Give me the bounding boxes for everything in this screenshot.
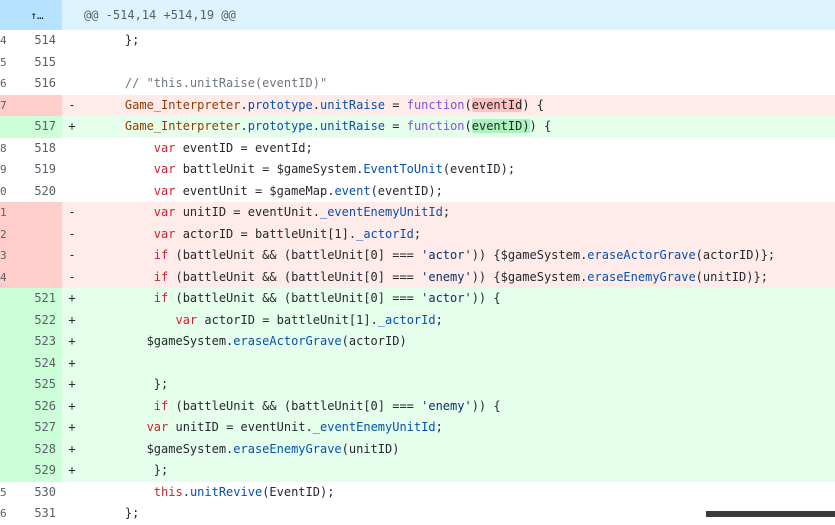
code-line: // "this.unitRaise(eventID)" <box>124 76 328 90</box>
new-line-number[interactable]: 515 <box>6 52 62 74</box>
diff-marker: - <box>68 248 76 262</box>
code-line: var eventID = eventId; <box>153 140 313 155</box>
new-line-number[interactable]: 516 <box>6 73 62 95</box>
new-line-number[interactable]: 525 <box>6 374 62 396</box>
new-line-number[interactable]: 520 <box>6 181 62 203</box>
diff-marker <box>62 482 82 504</box>
diff-line-deleted: 4- if (battleUnit && (battleUnit[0] === … <box>0 266 835 288</box>
new-line-number[interactable]: 530 <box>6 482 62 504</box>
diff-marker: + <box>68 377 76 391</box>
new-line-number[interactable]: 518 <box>6 138 62 160</box>
diff-line-deleted: 1- var unitID = eventUnit._eventEnemyUni… <box>0 202 835 224</box>
code-line: if (battleUnit && (battleUnit[0] === 'en… <box>153 269 768 284</box>
code-line: Game_Interpreter.prototype.unitRaise = f… <box>124 119 552 133</box>
diff-marker: + <box>68 312 76 327</box>
new-line-number[interactable]: 528 <box>6 438 62 460</box>
diff-marker: + <box>68 420 76 434</box>
expand-up-button[interactable]: ↑… <box>6 0 62 30</box>
diff-marker <box>62 138 82 160</box>
code-line: this.unitRevive(EventID); <box>153 484 335 499</box>
diff-view: ↑… @@ -514,14 +514,19 @@ 4 514 }; 5 515 6 516… <box>0 0 835 520</box>
code-line: var unitID = eventUnit._eventEnemyUnitId… <box>146 420 443 434</box>
new-line-number[interactable] <box>6 245 62 267</box>
new-line-number[interactable]: 531 <box>6 503 62 525</box>
new-line-number[interactable]: 514 <box>6 30 62 52</box>
new-line-number[interactable] <box>6 94 62 116</box>
new-line-number[interactable]: 517 <box>6 116 62 138</box>
new-line-number[interactable] <box>6 223 62 245</box>
diff-line-context: 5 530 this.unitRevive(EventID); <box>0 482 835 504</box>
code-line: Game_Interpreter.prototype.unitRaise = f… <box>124 97 545 112</box>
hunk-header: @@ -514,14 +514,19 @@ <box>84 8 236 22</box>
diff-line-added: 524 + <box>0 352 835 375</box>
diff-marker: + <box>68 463 76 477</box>
diff-line-context: 4 514 }; <box>0 30 835 52</box>
diff-line-context: 0 520 var eventUnit = $gameMap.event(even… <box>0 181 835 203</box>
diff-line-added: 517 + Game_Interpreter.prototype.unitRais… <box>0 116 835 138</box>
diff-line-added: 522 + var actorID = battleUnit[1]._actorI… <box>0 309 835 331</box>
diff-marker: - <box>68 205 76 219</box>
code-line: }; <box>96 377 169 391</box>
diff-line-deleted: 2- var actorID = battleUnit[1]._actorId; <box>0 223 835 245</box>
diff-marker: - <box>68 97 76 112</box>
code-line: var battleUnit = $gameSystem.EventToUnit… <box>153 162 516 176</box>
diff-marker <box>62 52 82 74</box>
code-line: if (battleUnit && (battleUnit[0] === 'ac… <box>153 291 501 305</box>
code-line: if (battleUnit && (battleUnit[0] === 'en… <box>153 398 501 413</box>
diff-marker: + <box>68 291 76 305</box>
new-line-number[interactable] <box>6 266 62 288</box>
code-line: var eventUnit = $gameMap.event(eventID); <box>153 183 443 198</box>
diff-line-added: 529 + }; <box>0 460 835 482</box>
new-line-number[interactable]: 519 <box>6 159 62 181</box>
diff-line-context: 8 518 var eventID = eventId; <box>0 138 835 160</box>
diff-marker <box>62 159 82 181</box>
code-line: if (battleUnit && (battleUnit[0] === 'ac… <box>153 248 776 262</box>
diff-line-context: 5 515 <box>0 52 835 74</box>
diff-marker <box>62 503 82 525</box>
diff-line-deleted: 3- if (battleUnit && (battleUnit[0] === … <box>0 245 835 267</box>
new-line-number[interactable]: 524 <box>6 352 62 374</box>
new-line-number[interactable]: 527 <box>6 417 62 439</box>
horizontal-scrollbar[interactable] <box>706 511 835 517</box>
diff-line-added: 525 + }; <box>0 374 835 396</box>
new-line-number[interactable]: 523 <box>6 331 62 353</box>
diff-line-added: 526 + if (battleUnit && (battleUnit[0] ==… <box>0 395 835 417</box>
new-line-number[interactable] <box>6 202 62 224</box>
new-line-number[interactable]: 522 <box>6 309 62 331</box>
diff-line-context: 6 516 // "this.unitRaise(eventID)" <box>0 73 835 95</box>
diff-marker: + <box>68 441 76 456</box>
diff-marker <box>62 181 82 203</box>
code-line: var actorID = battleUnit[1]._actorId; <box>153 226 422 241</box>
diff-line-added: 521 + if (battleUnit && (battleUnit[0] ==… <box>0 288 835 310</box>
diff-line-deleted: 7- Game_Interpreter.prototype.unitRaise … <box>0 94 835 116</box>
diff-line-added: 527 + var unitID = eventUnit._eventEnemyU… <box>0 417 835 439</box>
diff-line-added: 523 + $gameSystem.eraseActorGrave(actorID… <box>0 331 835 353</box>
expand-up-icon[interactable]: ↑… <box>6 2 68 30</box>
diff-marker: + <box>68 355 76 370</box>
hunk-header-row: ↑… @@ -514,14 +514,19 @@ <box>0 0 835 30</box>
code-line: }; <box>96 463 169 477</box>
code-line: $gameSystem.eraseEnemyGrave(unitID) <box>96 441 400 456</box>
diff-marker <box>62 30 82 52</box>
diff-marker: - <box>68 269 76 284</box>
diff-marker: + <box>68 398 76 413</box>
diff-marker: + <box>68 119 76 133</box>
diff-marker: - <box>68 226 76 241</box>
code-line: var actorID = battleUnit[1]._actorId; <box>175 312 443 327</box>
new-line-number[interactable]: 526 <box>6 395 62 417</box>
diff-marker: + <box>68 334 76 348</box>
new-line-number[interactable]: 521 <box>6 288 62 310</box>
diff-line-added: 528 + $gameSystem.eraseEnemyGrave(unitID) <box>0 438 835 460</box>
new-line-number[interactable]: 529 <box>6 460 62 482</box>
code-line: var unitID = eventUnit._eventEnemyUnitId… <box>153 205 451 219</box>
diff-line-context: 9 519 var battleUnit = $gameSystem.EventT… <box>0 159 835 181</box>
diff-marker <box>62 73 82 95</box>
code-line: }; <box>96 33 140 47</box>
code-line: $gameSystem.eraseActorGrave(actorID) <box>96 334 407 348</box>
